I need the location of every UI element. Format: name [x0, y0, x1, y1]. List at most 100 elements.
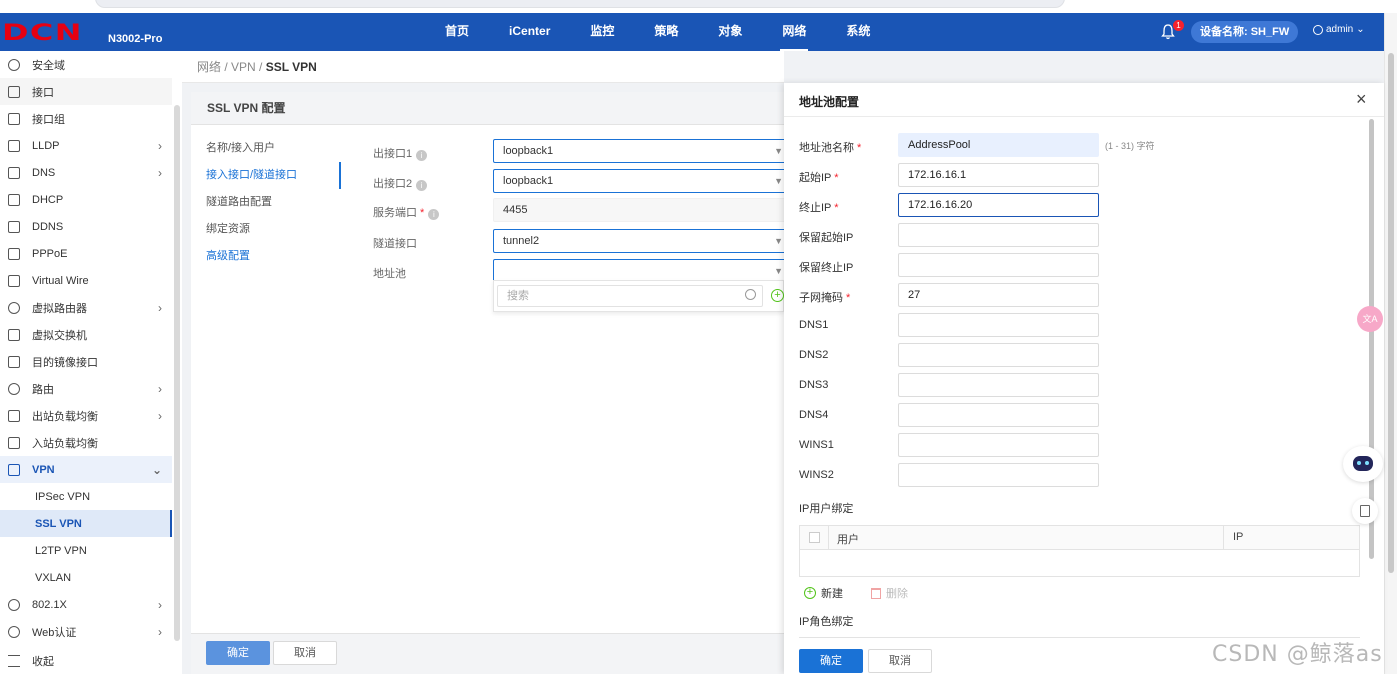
wins1-input[interactable]: [898, 433, 1099, 457]
drawer-ok-button[interactable]: 确定: [799, 649, 863, 673]
step-bind-resource[interactable]: 绑定资源: [191, 216, 341, 243]
dns1-input[interactable]: [898, 313, 1099, 337]
sidebar-item-virtual-router[interactable]: 虚拟路由器 ›: [0, 294, 172, 321]
wins2-input[interactable]: [898, 463, 1099, 487]
ip-user-bind-title: IP用户绑定: [799, 503, 854, 515]
nav-home[interactable]: 首页: [425, 13, 489, 51]
sidebar-item-ddns[interactable]: DDNS: [0, 213, 172, 240]
netmask-input[interactable]: 27: [898, 283, 1099, 307]
interface-group-icon: [8, 112, 20, 125]
sidebar-item-pppoe[interactable]: PPPoE: [0, 240, 172, 267]
sidebar-item-interface[interactable]: 接口: [0, 78, 172, 105]
sidebar-item-security-zone[interactable]: 安全域: [0, 51, 172, 78]
delete-button[interactable]: 删除: [871, 585, 908, 601]
sidebar-item-label: 路由: [32, 383, 54, 396]
breadcrumb-path[interactable]: 网络 / VPN /: [197, 60, 266, 74]
sidebar-item-web-auth[interactable]: Web认证 ›: [0, 618, 172, 645]
sidebar-item-inbound-lb[interactable]: 入站负载均衡: [0, 429, 172, 456]
service-port-input[interactable]: 4455: [493, 198, 788, 222]
sidebar-item-label: L2TP VPN: [35, 544, 87, 557]
out-interface-2-label: 出接口2: [373, 178, 413, 190]
step-tunnel-route[interactable]: 隧道路由配置: [191, 189, 341, 216]
reserved-end-ip-label: 保留终止IP: [799, 262, 854, 274]
sidebar-item-mirror-interface[interactable]: 目的镜像接口: [0, 348, 172, 375]
dns4-input[interactable]: [898, 403, 1099, 427]
info-icon[interactable]: i: [416, 150, 428, 161]
pool-name-input[interactable]: AddressPool: [898, 133, 1099, 157]
reserved-end-ip-row: 保留终止IP: [799, 251, 1359, 281]
dropdown-search-input[interactable]: 搜索: [497, 285, 763, 307]
sidebar-item-virtual-wire[interactable]: Virtual Wire: [0, 267, 172, 294]
caret-down-icon: ▼: [774, 146, 783, 156]
nav-icenter[interactable]: iCenter: [489, 13, 570, 51]
select-all-checkbox[interactable]: [809, 532, 820, 543]
reserved-end-ip-input[interactable]: [898, 253, 1099, 277]
sidebar-item-dns[interactable]: DNS ›: [0, 159, 172, 186]
sidebar-item-label: PPPoE: [32, 247, 68, 260]
nav-system[interactable]: 系统: [826, 13, 890, 51]
dhcp-icon: [8, 193, 20, 206]
out-interface-1-label: 出接口1: [373, 148, 413, 160]
add-icon: +: [804, 587, 816, 599]
nav-network[interactable]: 网络: [762, 13, 826, 51]
start-ip-input[interactable]: 172.16.16.1: [898, 163, 1099, 187]
out-interface-1-select[interactable]: loopback1 ▼: [493, 139, 788, 163]
service-port-row: 服务端口 * i 4455: [373, 195, 788, 225]
chevron-right-icon: ›: [158, 409, 162, 423]
sidebar-item-outbound-lb[interactable]: 出站负载均衡 ›: [0, 402, 172, 429]
nav-monitor[interactable]: 监控: [570, 13, 634, 51]
ssl-vpn-config-panel: SSL VPN 配置 名称/接入用户 接入接口/隧道接口 隧道路由配置 绑定资源…: [191, 92, 788, 674]
sidebar-item-8021x[interactable]: 802.1X ›: [0, 591, 172, 618]
assistant-bot-icon[interactable]: [1343, 446, 1383, 482]
sidebar-item-label: 目的镜像接口: [32, 356, 98, 369]
reserved-start-ip-input[interactable]: [898, 223, 1099, 247]
tunnel-interface-select[interactable]: tunnel2 ▼: [493, 229, 788, 253]
translate-float-icon[interactable]: 文A: [1357, 306, 1383, 332]
sidebar-item-vxlan[interactable]: VXLAN: [0, 564, 172, 591]
sidebar-item-vpn[interactable]: VPN ⌄: [0, 456, 172, 483]
pppoe-icon: [8, 247, 20, 260]
nav-policy[interactable]: 策略: [634, 13, 698, 51]
drawer-scrollbar[interactable]: [1369, 119, 1374, 559]
cancel-button[interactable]: 取消: [273, 641, 337, 665]
sidebar-item-l2tp-vpn[interactable]: L2TP VPN: [0, 537, 172, 564]
dns3-input[interactable]: [898, 373, 1099, 397]
user-menu[interactable]: admin ⌄: [1313, 24, 1365, 35]
chevron-down-icon: ⌄: [151, 463, 162, 477]
device-model: N3002-Pro: [108, 33, 163, 45]
add-button[interactable]: + 新建: [804, 585, 843, 601]
step-name-users[interactable]: 名称/接入用户: [191, 135, 341, 162]
sidebar-item-interface-group[interactable]: 接口组: [0, 105, 172, 132]
step-access-tunnel-interface[interactable]: 接入接口/隧道接口: [191, 162, 341, 189]
drawer-cancel-button[interactable]: 取消: [868, 649, 932, 673]
page-scrollbar[interactable]: [1384, 13, 1397, 674]
address-bar[interactable]: [95, 0, 1065, 8]
sidebar-item-ipsec-vpn[interactable]: IPSec VPN: [0, 483, 172, 510]
sidebar-item-virtual-switch[interactable]: 虚拟交换机: [0, 321, 172, 348]
dns2-input[interactable]: [898, 343, 1099, 367]
add-icon[interactable]: +: [771, 289, 784, 302]
chevron-down-icon: ⌄: [1356, 24, 1365, 35]
sidebar-item-dhcp[interactable]: DHCP: [0, 186, 172, 213]
table-header: 用户 IP: [800, 526, 1359, 550]
sidebar-item-route[interactable]: 路由 ›: [0, 375, 172, 402]
address-pool-label: 地址池: [373, 268, 406, 280]
info-icon[interactable]: i: [428, 209, 440, 220]
end-ip-input[interactable]: 172.16.16.20: [898, 193, 1099, 217]
ok-button[interactable]: 确定: [206, 641, 270, 665]
document-icon[interactable]: [1352, 498, 1378, 524]
sidebar-scrollbar[interactable]: [174, 105, 180, 641]
close-icon[interactable]: ×: [1356, 89, 1367, 110]
sidebar-collapse-button[interactable]: 收起: [0, 647, 172, 674]
nav-object[interactable]: 对象: [698, 13, 762, 51]
breadcrumb: 网络 / VPN / SSL VPN: [182, 51, 784, 83]
sidebar-item-lldp[interactable]: LLDP ›: [0, 132, 172, 159]
ddns-icon: [8, 220, 20, 233]
sidebar-item-label: 安全域: [32, 59, 65, 72]
out-interface-2-select[interactable]: loopback1 ▼: [493, 169, 788, 193]
brand-logo: DCN: [2, 21, 83, 46]
sidebar-item-ssl-vpn[interactable]: SSL VPN: [0, 510, 172, 537]
info-icon[interactable]: i: [416, 180, 428, 191]
step-advanced[interactable]: 高级配置: [191, 243, 341, 270]
route-icon: [8, 382, 20, 395]
